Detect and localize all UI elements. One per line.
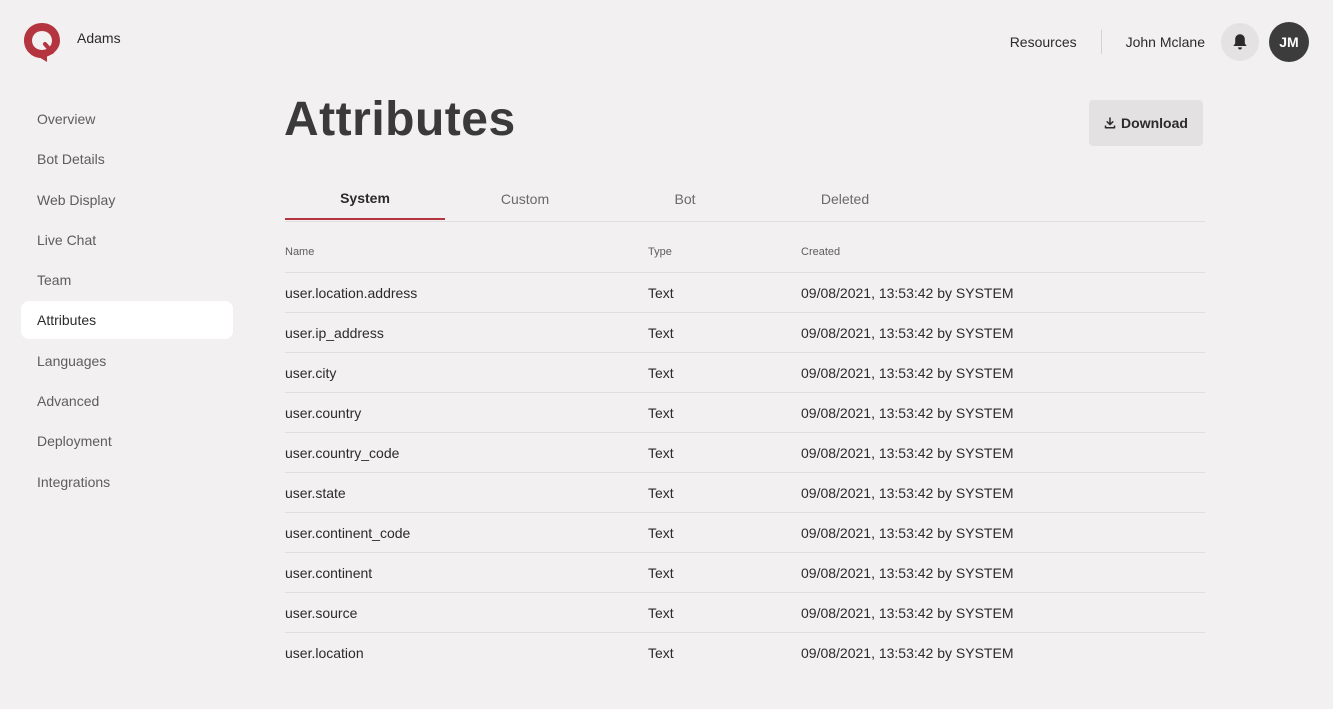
attribute-type-cell: Text — [648, 324, 674, 341]
sidebar-item-deployment[interactable]: Deployment — [21, 422, 233, 460]
sidebar-item-languages[interactable]: Languages — [21, 342, 233, 380]
attribute-type-cell: Text — [648, 444, 674, 461]
attribute-name-cell: user.location.address — [285, 284, 418, 301]
tab-deleted[interactable]: Deleted — [765, 178, 925, 220]
attribute-type-cell: Text — [648, 524, 674, 541]
attribute-type-cell: Text — [648, 364, 674, 381]
download-label: Download — [1121, 115, 1188, 131]
attribute-created-cell: 09/08/2021, 13:53:42 by SYSTEM — [801, 404, 1014, 421]
attribute-type-cell: Text — [648, 284, 674, 301]
table-row[interactable]: user.continent Text 09/08/2021, 13:53:42 b… — [285, 553, 1205, 593]
sidebar-nav: Overview Bot Details Web Display Live Ch… — [21, 100, 233, 503]
attribute-name-cell: user.ip_address — [285, 324, 384, 341]
attribute-type-cell: Text — [648, 644, 674, 661]
download-icon — [1104, 117, 1116, 129]
attribute-name-cell: user.city — [285, 364, 337, 381]
table-body: user.location.address Text 09/08/2021, 13:… — [285, 273, 1205, 672]
column-header-created: Created — [801, 246, 841, 258]
attribute-name-cell: user.country — [285, 404, 362, 421]
chat-bubble-logo-icon[interactable] — [22, 21, 62, 63]
attribute-created-cell: 09/08/2021, 13:53:42 by SYSTEM — [801, 644, 1014, 661]
table-row[interactable]: user.country Text 09/08/2021, 13:53:42 by … — [285, 393, 1205, 433]
table-row[interactable]: user.source Text 09/08/2021, 13:53:42 by S… — [285, 593, 1205, 633]
sidebar-item-overview[interactable]: Overview — [21, 100, 233, 138]
bot-name: Adams — [77, 30, 121, 46]
attribute-type-cell: Text — [648, 484, 674, 501]
download-button[interactable]: Download — [1089, 100, 1203, 146]
attribute-name-cell: user.country_code — [285, 444, 400, 461]
table-row[interactable]: user.city Text 09/08/2021, 13:53:42 by SYS… — [285, 353, 1205, 393]
attribute-type-cell: Text — [648, 604, 674, 621]
page-title: Attributes — [284, 93, 516, 146]
attribute-created-cell: 09/08/2021, 13:53:42 by SYSTEM — [801, 444, 1014, 461]
attributes-table: Name Type Created user.location.address T… — [285, 232, 1205, 672]
attribute-created-cell: 09/08/2021, 13:53:42 by SYSTEM — [801, 604, 1014, 621]
tab-bot[interactable]: Bot — [605, 178, 765, 220]
table-row[interactable]: user.ip_address Text 09/08/2021, 13:53:42 … — [285, 313, 1205, 353]
attribute-name-cell: user.continent — [285, 564, 373, 581]
sidebar-item-integrations[interactable]: Integrations — [21, 463, 233, 501]
resources-link[interactable]: Resources — [1010, 30, 1102, 54]
sidebar-item-attributes[interactable]: Attributes — [21, 301, 233, 340]
tab-system[interactable]: System — [285, 178, 445, 220]
attribute-created-cell: 09/08/2021, 13:53:42 by SYSTEM — [801, 524, 1014, 541]
attribute-created-cell: 09/08/2021, 13:53:42 by SYSTEM — [801, 484, 1014, 501]
avatar[interactable]: JM — [1269, 22, 1309, 62]
attribute-created-cell: 09/08/2021, 13:53:42 by SYSTEM — [801, 564, 1014, 581]
attribute-type-cell: Text — [648, 404, 674, 421]
attribute-tabs: System Custom Bot Deleted — [285, 178, 1205, 222]
sidebar-item-advanced[interactable]: Advanced — [21, 382, 233, 420]
attribute-name-cell: user.location — [285, 644, 364, 661]
attribute-name-cell: user.source — [285, 604, 358, 621]
bell-icon — [1233, 34, 1247, 50]
attribute-created-cell: 09/08/2021, 13:53:42 by SYSTEM — [801, 364, 1014, 381]
notifications-button[interactable] — [1221, 23, 1259, 61]
user-name: John Mclane — [1125, 34, 1205, 50]
column-header-name: Name — [285, 246, 315, 258]
attribute-type-cell: Text — [648, 564, 674, 581]
table-row[interactable]: user.state Text 09/08/2021, 13:53:42 by SY… — [285, 473, 1205, 513]
tab-custom[interactable]: Custom — [445, 178, 605, 220]
table-header: Name Type Created — [285, 232, 1205, 273]
sidebar-item-live-chat[interactable]: Live Chat — [21, 221, 233, 259]
table-row[interactable]: user.location.address Text 09/08/2021, 13:… — [285, 273, 1205, 313]
table-row[interactable]: user.continent_code Text 09/08/2021, 13:53… — [285, 513, 1205, 553]
attribute-name-cell: user.state — [285, 484, 346, 501]
sidebar-item-web-display[interactable]: Web Display — [21, 181, 233, 219]
column-header-type: Type — [648, 246, 672, 258]
sidebar-item-bot-details[interactable]: Bot Details — [21, 140, 233, 178]
table-row[interactable]: user.location Text 09/08/2021, 13:53:42 by… — [285, 633, 1205, 672]
attribute-created-cell: 09/08/2021, 13:53:42 by SYSTEM — [801, 284, 1014, 301]
table-row[interactable]: user.country_code Text 09/08/2021, 13:53:4… — [285, 433, 1205, 473]
header-actions: Resources John Mclane JM — [1010, 22, 1309, 62]
attribute-name-cell: user.continent_code — [285, 524, 411, 541]
attribute-created-cell: 09/08/2021, 13:53:42 by SYSTEM — [801, 324, 1014, 341]
sidebar-item-team[interactable]: Team — [21, 261, 233, 299]
